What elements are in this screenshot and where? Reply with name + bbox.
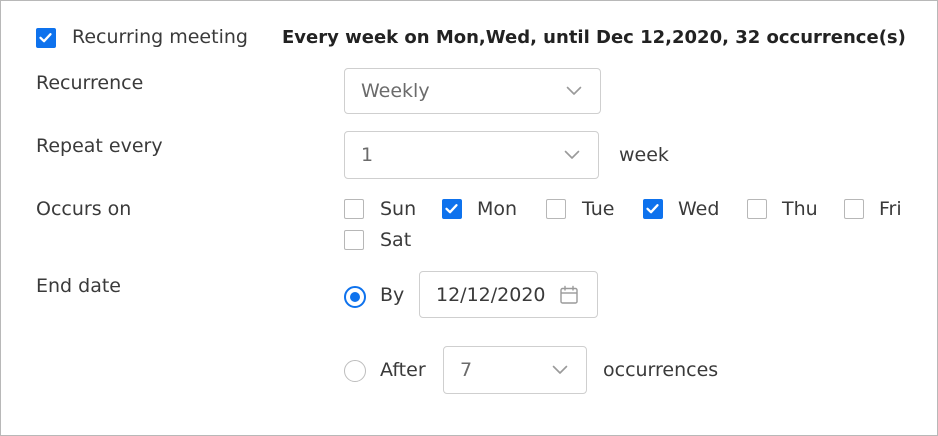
- repeat-every-unit: week: [619, 144, 669, 166]
- radio-dot: [350, 292, 360, 302]
- end-date-field[interactable]: 12/12/2020: [419, 271, 598, 318]
- day-label-mon[interactable]: Mon: [477, 197, 517, 221]
- end-after-occurrences-select[interactable]: 7: [443, 346, 587, 394]
- end-date-label: End date: [36, 275, 121, 297]
- day-checkbox-mon[interactable]: [442, 199, 462, 219]
- day-checkbox-sat[interactable]: [344, 230, 364, 250]
- day-checkbox-thu[interactable]: [747, 199, 767, 219]
- recurrence-summary: Every week on Mon,Wed, until Dec 12,2020…: [282, 27, 906, 48]
- chevron-down-icon: [552, 365, 568, 374]
- day-checkbox-fri[interactable]: [844, 199, 864, 219]
- recurring-meeting-label[interactable]: Recurring meeting: [72, 25, 248, 49]
- day-label-fri[interactable]: Fri: [879, 197, 902, 221]
- recurring-meeting-checkbox[interactable]: [36, 28, 56, 48]
- day-label-tue[interactable]: Tue: [582, 197, 614, 221]
- day-checkbox-tue[interactable]: [546, 199, 566, 219]
- end-after-select-value: 7: [460, 359, 473, 381]
- repeat-every-label: Repeat every: [36, 135, 163, 157]
- day-checkbox-sun[interactable]: [344, 199, 364, 219]
- calendar-icon[interactable]: [559, 285, 579, 305]
- occurs-on-label: Occurs on: [36, 198, 132, 220]
- check-icon: [646, 204, 659, 214]
- check-icon: [39, 33, 52, 43]
- end-after-unit: occurrences: [603, 359, 719, 381]
- recurrence-select-value: Weekly: [361, 80, 430, 102]
- recurrence-select[interactable]: Weekly: [344, 68, 601, 114]
- repeat-every-select-value: 1: [361, 144, 374, 166]
- day-label-thu[interactable]: Thu: [782, 197, 818, 221]
- chevron-down-icon: [566, 86, 582, 95]
- end-after-radio[interactable]: [344, 360, 366, 382]
- repeat-every-select[interactable]: 1: [344, 131, 599, 179]
- chevron-down-icon: [564, 150, 580, 159]
- recurrence-label: Recurrence: [36, 72, 144, 94]
- day-label-wed[interactable]: Wed: [678, 197, 719, 221]
- end-by-radio[interactable]: [344, 286, 366, 308]
- day-label-sun[interactable]: Sun: [380, 197, 416, 221]
- recurring-meeting-panel: Recurring meeting Every week on Mon,Wed,…: [0, 0, 938, 436]
- check-icon: [445, 204, 458, 214]
- end-date-value: 12/12/2020: [436, 283, 546, 306]
- day-checkbox-wed[interactable]: [643, 199, 663, 219]
- day-label-sat[interactable]: Sat: [380, 228, 411, 252]
- end-by-label[interactable]: By: [380, 283, 404, 307]
- end-after-label[interactable]: After: [380, 358, 426, 382]
